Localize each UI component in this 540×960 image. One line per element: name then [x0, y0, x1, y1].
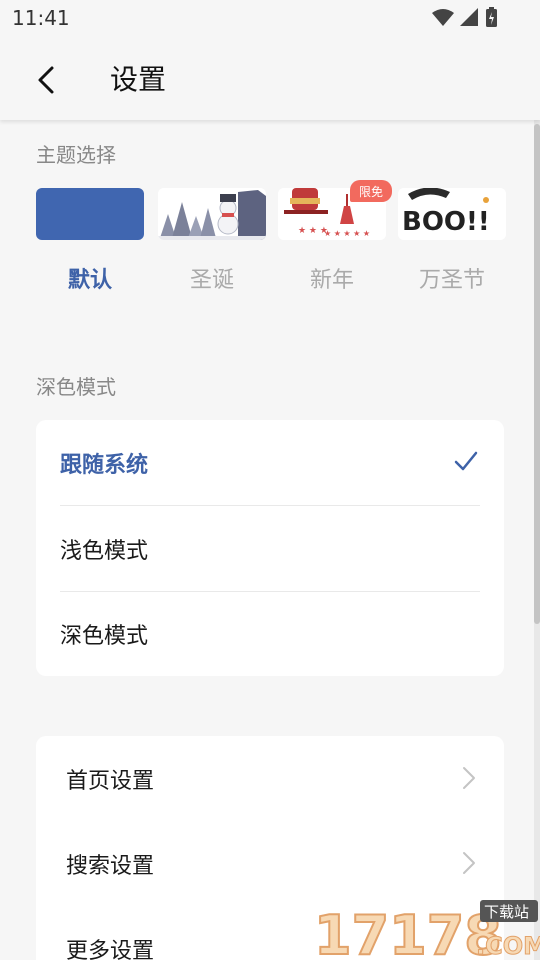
checkmark-icon [454, 451, 478, 471]
wifi-icon [432, 9, 454, 26]
theme-section-label: 主题选择 [36, 143, 116, 167]
search-settings-item[interactable]: 搜索设置 [36, 821, 504, 906]
option-label: 深色模式 [60, 623, 149, 649]
status-time: 11:41 [12, 6, 70, 30]
cellular-signal-icon [460, 8, 478, 26]
back-arrow-icon [38, 66, 54, 94]
item-label: 更多设置 [66, 938, 155, 960]
theme-halloween[interactable]: BOO!! [398, 188, 506, 240]
option-follow-system[interactable]: 跟随系统 [36, 420, 504, 505]
status-icons [430, 6, 500, 30]
battery-icon [486, 7, 497, 27]
option-light-mode[interactable]: 浅色模式 [36, 506, 504, 591]
theme-default[interactable] [36, 188, 144, 240]
page-title: 设置 [110, 63, 167, 96]
theme-name-christmas[interactable]: 圣诞 [158, 262, 266, 294]
home-settings-item[interactable]: 首页设置 [36, 736, 504, 821]
chevron-right-icon [463, 767, 475, 789]
scrollbar-thumb[interactable] [534, 124, 540, 624]
free-badge: 限免 [350, 180, 392, 202]
chevron-right-icon [463, 852, 475, 874]
svg-text:BOO!!: BOO!! [402, 207, 490, 237]
theme-name-default[interactable]: 默认 [36, 262, 144, 294]
svg-text:下载站: 下载站 [484, 903, 529, 921]
site-watermark: 17178 下载站 .COM [312, 896, 540, 960]
option-dark-mode[interactable]: 深色模式 [36, 591, 504, 676]
svg-text:★ ★ ★ ★ ★: ★ ★ ★ ★ ★ [324, 229, 370, 238]
item-label: 首页设置 [66, 768, 155, 794]
back-button[interactable] [26, 58, 66, 102]
dark-mode-card: 跟随系统 浅色模式 深色模式 [36, 420, 504, 676]
theme-name-new-year[interactable]: 新年 [278, 262, 386, 294]
top-bar: 11:41 设置 [0, 0, 540, 120]
theme-christmas[interactable] [158, 188, 266, 240]
option-label: 浅色模式 [60, 538, 149, 564]
christmas-theme-art [158, 188, 266, 240]
svg-text:17178: 17178 [314, 904, 502, 960]
halloween-theme-art: BOO!! [398, 188, 506, 240]
dark-mode-section-label: 深色模式 [36, 375, 116, 399]
item-label: 搜索设置 [66, 853, 155, 879]
theme-name-halloween[interactable]: 万圣节 [398, 262, 506, 294]
svg-text:.COM: .COM [476, 932, 540, 960]
option-label: 跟随系统 [60, 452, 149, 478]
